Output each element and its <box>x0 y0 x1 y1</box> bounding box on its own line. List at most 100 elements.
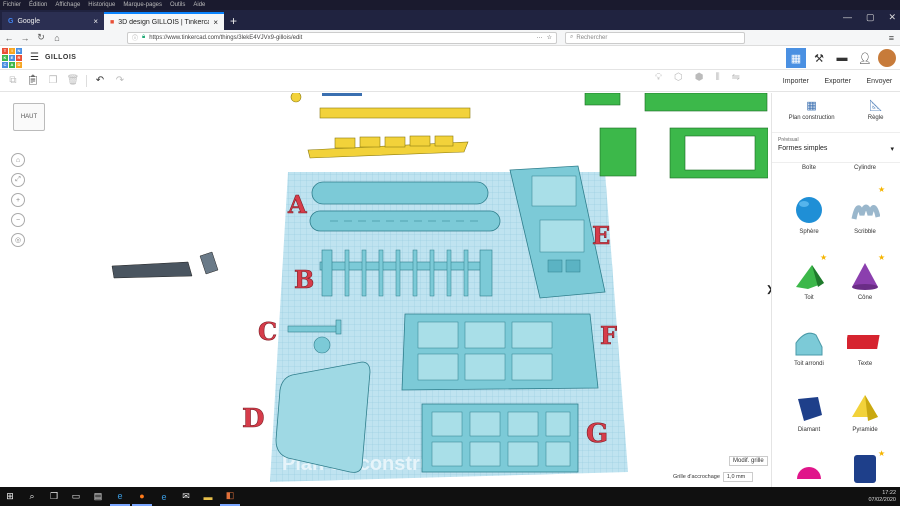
ruler-tool[interactable]: 📐︎ Règle <box>868 99 884 132</box>
logo-letter: N <box>16 47 22 54</box>
menu-help[interactable]: Aide <box>193 2 205 8</box>
bricks-icon[interactable]: ▬ <box>832 48 852 68</box>
export-button[interactable]: Exporter <box>824 78 850 85</box>
view-cube[interactable]: HAUT <box>13 103 45 131</box>
search-icon[interactable]: ⌕ <box>22 487 42 506</box>
label-e[interactable]: E <box>592 221 611 251</box>
paste-icon[interactable]: 📋︎ <box>26 75 40 86</box>
mirror-icon[interactable]: ⇋ <box>732 72 740 83</box>
label-f[interactable]: F <box>600 321 618 351</box>
forward-icon[interactable]: → <box>19 33 31 43</box>
menu-file[interactable]: Fichier <box>3 2 21 8</box>
firefox-icon[interactable]: ● <box>132 487 152 506</box>
windows-start-icon[interactable]: ⊞ <box>0 487 20 506</box>
group-icon[interactable]: ⬡ <box>674 72 683 83</box>
part-d-shell[interactable] <box>275 361 371 473</box>
yellow-truss-part[interactable] <box>307 135 469 159</box>
bookmark-star-icon[interactable]: ☆ <box>547 34 552 41</box>
home-icon[interactable]: ⌂ <box>51 33 63 43</box>
menu-view[interactable]: Affichage <box>55 2 80 8</box>
shape-scribble[interactable]: Scribble <box>840 195 890 235</box>
file-explorer-icon[interactable]: ▭ <box>66 487 86 506</box>
maximize-icon[interactable]: ▢ <box>866 12 875 23</box>
mail-icon[interactable]: ✉ <box>176 487 196 506</box>
redo-icon[interactable]: ↷ <box>113 75 127 86</box>
green-frame-part[interactable] <box>584 93 768 179</box>
menu-edit[interactable]: Édition <box>29 2 47 8</box>
light-bulb-icon[interactable]: 💡︎ <box>655 72 662 83</box>
calculator-icon[interactable]: ▤ <box>88 487 108 506</box>
edge-icon[interactable]: e <box>110 487 130 506</box>
shape-label: Pyramide <box>852 427 878 433</box>
duplicate-icon[interactable]: ❐ <box>46 75 60 86</box>
snap-grid-select[interactable]: 1,0 mm <box>722 472 753 482</box>
info-icon[interactable]: ⓘ <box>132 33 138 42</box>
home-view-icon[interactable]: ⌂ <box>11 153 25 167</box>
panel-tools: ▦ Plan construction 📐︎ Règle <box>772 93 900 133</box>
add-user-icon[interactable]: 👤︎ <box>855 48 875 68</box>
part-g-panel[interactable] <box>421 403 579 473</box>
folder-icon[interactable]: ▬ <box>198 487 218 506</box>
label-a[interactable]: A <box>287 190 308 220</box>
edit-grid-button[interactable]: Modif. grille <box>729 456 768 466</box>
orthographic-icon[interactable]: ◎ <box>11 233 25 247</box>
label-c[interactable]: C <box>258 317 278 347</box>
shape-sphere[interactable]: Sphère <box>784 195 834 235</box>
new-tab-button[interactable]: + <box>224 12 243 30</box>
design-list-icon[interactable]: ☰ <box>30 52 39 63</box>
label-g[interactable]: G <box>586 419 609 450</box>
ungroup-icon[interactable]: ⬢ <box>695 72 704 83</box>
zoom-out-icon[interactable]: − <box>11 213 25 227</box>
design-title[interactable]: GILLOIS <box>45 54 77 61</box>
app-icon[interactable]: ◧ <box>220 487 240 506</box>
close-icon[interactable]: × <box>93 17 98 26</box>
shape-cone[interactable]: Cône <box>840 261 890 301</box>
workplane-viewport[interactable]: Plan de construction A B C D E F G <box>0 93 768 487</box>
yellow-rail-part[interactable] <box>290 93 471 119</box>
part-f-panel[interactable] <box>401 313 599 391</box>
delete-icon[interactable]: 🗑︎ <box>66 75 80 86</box>
avatar[interactable] <box>878 49 896 67</box>
dark-text-part[interactable] <box>111 251 219 279</box>
copy-icon[interactable]: ⧉ <box>6 75 20 86</box>
close-icon[interactable]: × <box>213 18 218 27</box>
zoom-in-icon[interactable]: + <box>11 193 25 207</box>
close-window-icon[interactable]: ✕ <box>888 12 896 23</box>
search-placeholder: Rechercher <box>576 34 608 41</box>
menu-bookmarks[interactable]: Marque-pages <box>123 2 162 8</box>
shape-diamond[interactable]: Diamant <box>784 393 834 433</box>
send-button[interactable]: Envoyer <box>867 78 893 85</box>
tab-google[interactable]: G Google × <box>2 12 104 30</box>
page-actions-icon[interactable]: ··· <box>537 35 543 41</box>
fit-view-icon[interactable]: ⤢ <box>11 173 25 187</box>
grid-view-icon[interactable]: ▦ <box>786 48 806 68</box>
shape-box[interactable]: Boîte <box>784 165 834 171</box>
url-bar[interactable]: ⓘ 🔒︎ https://www.tinkercad.com/things/3l… <box>127 31 557 44</box>
system-clock[interactable]: 17:22 07/02/2020 <box>868 490 896 504</box>
shape-cylinder[interactable]: Cylindre <box>840 165 890 171</box>
shape-round-roof[interactable]: Toit arrondi <box>784 327 834 367</box>
search-input[interactable]: ⌕ Rechercher <box>565 31 745 44</box>
hamburger-menu-icon[interactable]: ≡ <box>889 33 894 43</box>
minimize-icon[interactable]: — <box>843 12 852 23</box>
shape-half-sphere[interactable] <box>784 459 834 483</box>
hammer-icon[interactable]: ⚒ <box>809 48 829 68</box>
tinkercad-logo[interactable]: T I N K E R C A D <box>2 47 22 68</box>
library-select[interactable]: Prévisual Formes simples ▾ <box>772 133 900 163</box>
shape-roof[interactable]: Toit <box>784 261 834 301</box>
align-icon[interactable]: ⫴ <box>715 72 719 83</box>
task-view-icon[interactable]: ❒ <box>44 487 64 506</box>
undo-icon[interactable]: ↶ <box>93 75 107 86</box>
back-icon[interactable]: ← <box>3 33 15 43</box>
ie-icon[interactable]: e <box>154 487 174 506</box>
import-button[interactable]: Importer <box>783 78 809 85</box>
reload-icon[interactable]: ↻ <box>35 32 47 43</box>
workplane-tool[interactable]: ▦ Plan construction <box>789 99 835 132</box>
shape-pyramid[interactable]: Pyramide <box>840 393 890 433</box>
label-b[interactable]: B <box>294 265 315 295</box>
label-d[interactable]: D <box>242 404 265 435</box>
menu-tools[interactable]: Outils <box>170 2 185 8</box>
shape-text[interactable]: Texte <box>840 327 890 367</box>
menu-history[interactable]: Historique <box>88 2 115 8</box>
tab-tinkercad[interactable]: ■ 3D design GILLOIS | Tinkercad × <box>104 12 224 30</box>
